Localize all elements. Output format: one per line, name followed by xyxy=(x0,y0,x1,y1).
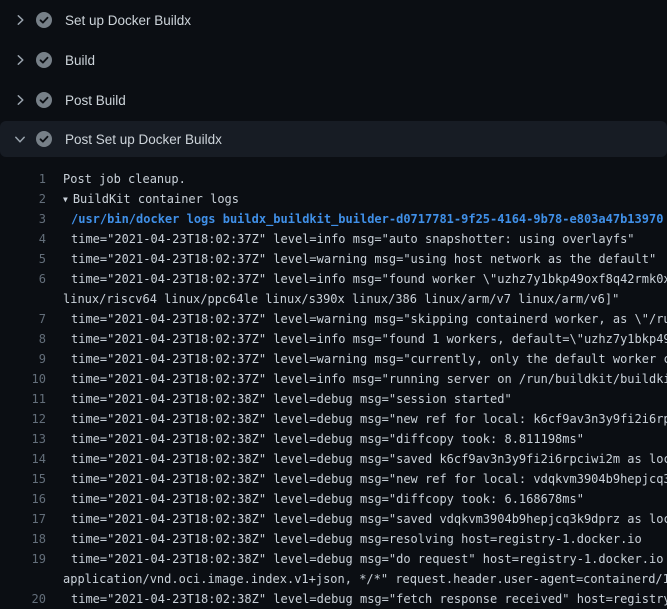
step-list: Set up Docker Buildx Build Post Build Po… xyxy=(0,0,667,609)
line-number[interactable]: 4 xyxy=(0,229,46,249)
line-number[interactable] xyxy=(0,569,46,589)
log-row: 1 Post job cleanup. xyxy=(0,169,667,189)
step-row-build[interactable]: Build xyxy=(0,40,667,80)
log-row: 7 time="2021-04-23T18:02:37Z" level=warn… xyxy=(0,309,667,329)
line-number[interactable]: 14 xyxy=(0,449,46,469)
step-row-post-set-up-docker-buildx[interactable]: Post Set up Docker Buildx xyxy=(0,121,667,157)
line-number[interactable]: 13 xyxy=(0,429,46,449)
log-row: 10 time="2021-04-23T18:02:37Z" level=inf… xyxy=(0,369,667,389)
log-row: 12 time="2021-04-23T18:02:38Z" level=deb… xyxy=(0,409,667,429)
step-row-post-build[interactable]: Post Build xyxy=(0,80,667,120)
log-row: application/vnd.oci.image.index.v1+json,… xyxy=(0,569,667,589)
log-row: 18 time="2021-04-23T18:02:38Z" level=deb… xyxy=(0,529,667,549)
log-line-text: time="2021-04-23T18:02:38Z" level=debug … xyxy=(46,489,584,509)
log-row: 19 time="2021-04-23T18:02:38Z" level=deb… xyxy=(0,549,667,569)
step-title: Post Set up Docker Buildx xyxy=(65,132,222,147)
check-circle-icon xyxy=(36,92,52,108)
log-row: 5 time="2021-04-23T18:02:37Z" level=warn… xyxy=(0,249,667,269)
log-line-text: Post job cleanup. xyxy=(46,169,186,189)
line-number[interactable]: 3 xyxy=(0,209,46,229)
log-row: 17 time="2021-04-23T18:02:38Z" level=deb… xyxy=(0,509,667,529)
line-number[interactable]: 8 xyxy=(0,329,46,349)
log-line-text: time="2021-04-23T18:02:38Z" level=debug … xyxy=(46,549,667,569)
step-title: Post Build xyxy=(65,93,126,108)
line-number[interactable] xyxy=(0,289,46,309)
log-line-text: time="2021-04-23T18:02:38Z" level=debug … xyxy=(46,589,667,609)
log-row: 14 time="2021-04-23T18:02:38Z" level=deb… xyxy=(0,449,667,469)
check-circle-icon xyxy=(36,131,52,147)
log-group-toggle[interactable]: 2 ▼BuildKit container logs xyxy=(0,189,667,209)
log-line-text: /usr/bin/docker logs buildx_buildkit_bui… xyxy=(46,209,663,229)
line-number[interactable]: 11 xyxy=(0,389,46,409)
line-number[interactable]: 10 xyxy=(0,369,46,389)
log-line-text: time="2021-04-23T18:02:37Z" level=warnin… xyxy=(46,309,667,329)
log-line-text: time="2021-04-23T18:02:37Z" level=info m… xyxy=(46,369,667,389)
log-row: 4 time="2021-04-23T18:02:37Z" level=info… xyxy=(0,229,667,249)
line-number[interactable]: 18 xyxy=(0,529,46,549)
log-row: 6 time="2021-04-23T18:02:37Z" level=info… xyxy=(0,269,667,289)
step-row-set-up-docker-buildx[interactable]: Set up Docker Buildx xyxy=(0,0,667,40)
chevron-right-icon xyxy=(12,92,28,108)
log-line-text: time="2021-04-23T18:02:38Z" level=debug … xyxy=(46,429,584,449)
check-circle-icon xyxy=(36,52,52,68)
step-title: Set up Docker Buildx xyxy=(65,13,191,28)
triangle-down-icon: ▼ xyxy=(63,190,68,209)
line-number[interactable]: 9 xyxy=(0,349,46,369)
line-number[interactable]: 5 xyxy=(0,249,46,269)
log-line-text: ▼BuildKit container logs xyxy=(46,189,239,209)
line-number[interactable]: 15 xyxy=(0,469,46,489)
log-row: 8 time="2021-04-23T18:02:37Z" level=info… xyxy=(0,329,667,349)
log-line-text: application/vnd.oci.image.index.v1+json,… xyxy=(46,569,667,589)
log-line-text: time="2021-04-23T18:02:38Z" level=debug … xyxy=(46,509,667,529)
line-number[interactable]: 1 xyxy=(0,169,46,189)
log-line-text: time="2021-04-23T18:02:37Z" level=info m… xyxy=(46,329,667,349)
log-line-text: time="2021-04-23T18:02:38Z" level=debug … xyxy=(46,529,642,549)
step-title: Build xyxy=(65,53,95,68)
log-line-text: time="2021-04-23T18:02:37Z" level=info m… xyxy=(46,229,635,249)
check-circle-icon xyxy=(36,12,52,28)
log-line-text: time="2021-04-23T18:02:38Z" level=debug … xyxy=(46,389,512,409)
line-number[interactable]: 6 xyxy=(0,269,46,289)
line-number[interactable]: 2 xyxy=(0,189,46,209)
log-row: 15 time="2021-04-23T18:02:38Z" level=deb… xyxy=(0,469,667,489)
line-number[interactable]: 19 xyxy=(0,549,46,569)
log-panel: 1 Post job cleanup. 2 ▼BuildKit containe… xyxy=(0,157,667,609)
log-row: 13 time="2021-04-23T18:02:38Z" level=deb… xyxy=(0,429,667,449)
log-line-text: time="2021-04-23T18:02:38Z" level=debug … xyxy=(46,449,667,469)
log-row: linux/riscv64 linux/ppc64le linux/s390x … xyxy=(0,289,667,309)
log-line-text: time="2021-04-23T18:02:38Z" level=debug … xyxy=(46,409,667,429)
line-number[interactable]: 16 xyxy=(0,489,46,509)
chevron-right-icon xyxy=(12,52,28,68)
line-number[interactable]: 20 xyxy=(0,589,46,609)
chevron-down-icon xyxy=(12,131,28,147)
log-line-text: time="2021-04-23T18:02:37Z" level=info m… xyxy=(46,269,667,289)
chevron-right-icon xyxy=(12,12,28,28)
log-line-text: linux/riscv64 linux/ppc64le linux/s390x … xyxy=(46,289,619,309)
log-row: 9 time="2021-04-23T18:02:37Z" level=warn… xyxy=(0,349,667,369)
log-line-text: time="2021-04-23T18:02:37Z" level=warnin… xyxy=(46,249,656,269)
log-row: 20 time="2021-04-23T18:02:38Z" level=deb… xyxy=(0,589,667,609)
line-number[interactable]: 7 xyxy=(0,309,46,329)
log-row: 3 /usr/bin/docker logs buildx_buildkit_b… xyxy=(0,209,667,229)
line-number[interactable]: 12 xyxy=(0,409,46,429)
log-row: 16 time="2021-04-23T18:02:38Z" level=deb… xyxy=(0,489,667,509)
log-line-text: time="2021-04-23T18:02:37Z" level=warnin… xyxy=(46,349,667,369)
log-line-text: time="2021-04-23T18:02:38Z" level=debug … xyxy=(46,469,667,489)
log-row: 11 time="2021-04-23T18:02:38Z" level=deb… xyxy=(0,389,667,409)
line-number[interactable]: 17 xyxy=(0,509,46,529)
